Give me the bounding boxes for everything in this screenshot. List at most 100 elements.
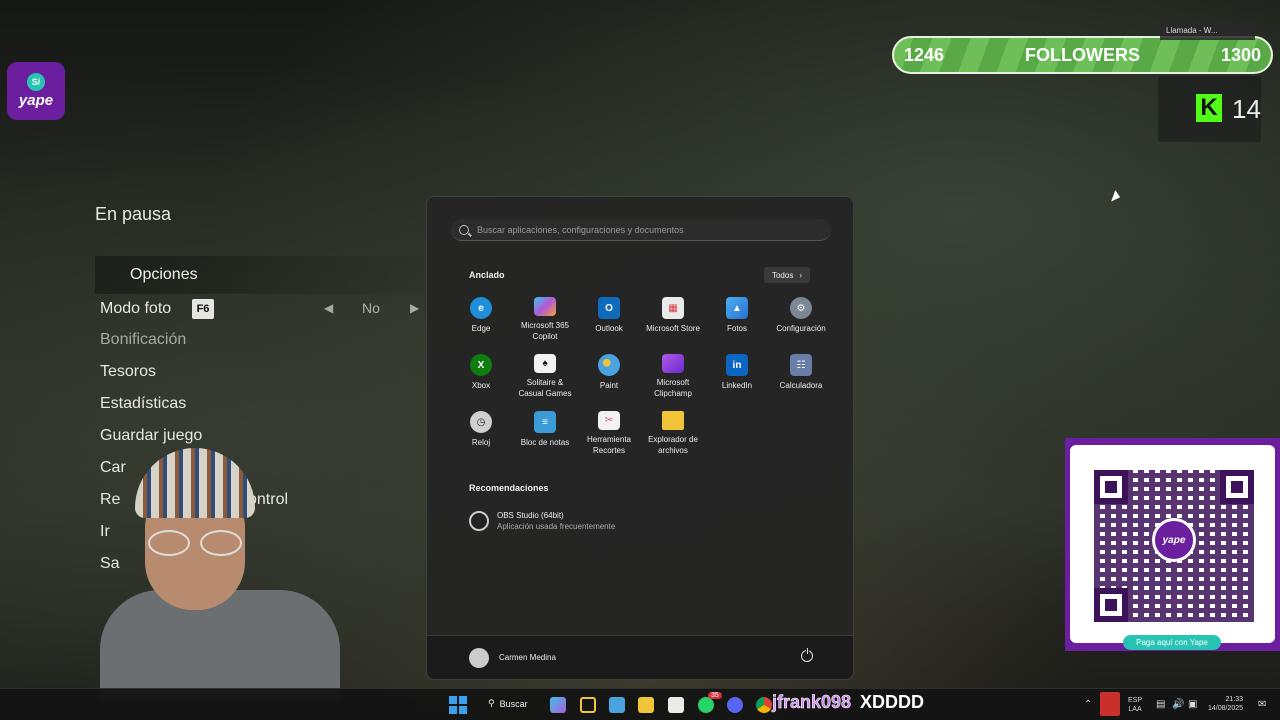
search-icon xyxy=(459,224,469,235)
notepad-icon: ≡ xyxy=(534,411,556,433)
start-search-input[interactable]: Buscar aplicaciones, configuraciones y d… xyxy=(451,219,831,241)
power-icon[interactable] xyxy=(801,647,813,662)
chat-overlay-username: jfrank098 xyxy=(772,692,852,713)
start-footer: Carmen Medina xyxy=(427,635,853,679)
pinned-app-configuracion[interactable]: ⚙ Configuración xyxy=(769,297,833,342)
pinned-app-recortes[interactable]: ✂ Herramienta Recortes xyxy=(577,411,641,456)
app-label: Herramienta Recortes xyxy=(586,435,631,455)
copilot-icon[interactable] xyxy=(550,697,566,713)
gear-icon: ⚙ xyxy=(790,297,812,319)
recommended-name: OBS Studio (64bit) xyxy=(497,511,564,520)
chevron-right-icon[interactable]: ▶ xyxy=(410,301,419,315)
pinned-app-solitaire[interactable]: ♠ Solitaire & Casual Games xyxy=(513,354,577,399)
qr-corner-tl xyxy=(1094,470,1128,504)
all-apps-button[interactable]: Todos › xyxy=(764,267,810,283)
taskbar: ⚲ Buscar 35 ⌃ ESP LAA ▤ 🔊 ▣ 21:33 14/08/… xyxy=(0,688,1280,720)
notification-icon[interactable]: ✉ xyxy=(1258,698,1266,711)
app-label: Microsoft 365 Copilot xyxy=(520,321,570,341)
network-icon[interactable]: ▤ xyxy=(1156,698,1165,711)
user-name[interactable]: Carmen Medina xyxy=(499,653,556,662)
calculator-icon: ☷ xyxy=(790,354,812,376)
followers-current: 1246 xyxy=(904,44,945,65)
whatsapp-badge: 35 xyxy=(708,692,722,699)
app-label: Outlook xyxy=(595,324,623,333)
clipchamp-icon xyxy=(662,354,684,374)
pinned-app-copilot[interactable]: Microsoft 365 Copilot xyxy=(513,297,577,342)
app-label: LinkedIn xyxy=(721,381,753,390)
qr-corner-bl xyxy=(1094,588,1128,622)
pinned-app-paint[interactable]: Paint xyxy=(577,354,641,399)
app-label: Edge xyxy=(471,324,491,333)
pinned-app-linkedin[interactable]: in LinkedIn xyxy=(705,354,769,399)
store-icon: ▦ xyxy=(662,297,684,319)
clock-time: 21:33 xyxy=(1225,696,1244,703)
volume-icon[interactable]: 🔊 xyxy=(1172,698,1184,711)
pause-item-tesoros[interactable]: Tesoros xyxy=(100,363,156,381)
desktop-icon[interactable] xyxy=(609,697,625,713)
pinned-app-calculadora[interactable]: ☷ Calculadora xyxy=(769,354,833,399)
app-label: Calculadora xyxy=(779,381,823,390)
kick-viewer-count: 14 xyxy=(1232,94,1261,124)
pinned-title: Anclado xyxy=(469,270,505,280)
taskbar-search-button[interactable]: ⚲ Buscar xyxy=(488,698,528,709)
recommended-item-obs[interactable]: OBS Studio (64bit) Aplicación usada frec… xyxy=(469,511,615,531)
app-label: Xbox xyxy=(471,381,491,390)
pinned-app-bloc-notas[interactable]: ≡ Bloc de notas xyxy=(513,411,577,456)
solitaire-icon: ♠ xyxy=(534,354,556,374)
pinned-app-fotos[interactable]: ▲ Fotos xyxy=(705,297,769,342)
pinned-app-outlook[interactable]: O Outlook xyxy=(577,297,641,342)
language-indicator[interactable]: ESP LAA xyxy=(1128,696,1142,714)
chevron-left-icon[interactable]: ◀ xyxy=(324,301,333,315)
webcam-feed xyxy=(80,440,350,700)
clock-icon: ◷ xyxy=(470,411,492,433)
chrome-icon[interactable] xyxy=(756,697,772,713)
call-window-label[interactable]: Llamada - W... xyxy=(1160,22,1255,40)
qr-panel: yape xyxy=(1065,438,1280,651)
taskbar-search-label: Buscar xyxy=(499,698,528,709)
store-icon[interactable] xyxy=(668,697,684,713)
webcam-glasses xyxy=(148,530,242,556)
obs-icon xyxy=(469,511,489,531)
app-icon[interactable] xyxy=(580,697,596,713)
avatar[interactable] xyxy=(469,648,489,668)
chat-overlay-message: XDDDD xyxy=(860,692,925,712)
webcam-body xyxy=(100,590,340,700)
app-label: Reloj xyxy=(471,438,491,447)
pinned-app-edge[interactable]: e Edge xyxy=(449,297,513,342)
chevron-right-icon: › xyxy=(799,270,803,280)
outlook-icon: O xyxy=(598,297,620,319)
pinned-app-xbox[interactable]: X Xbox xyxy=(449,354,513,399)
pinned-app-store[interactable]: ▦ Microsoft Store xyxy=(641,297,705,342)
microphone-icon[interactable] xyxy=(1100,692,1120,716)
qr-card: yape xyxy=(1070,445,1275,643)
clock[interactable]: 21:33 14/08/2025 xyxy=(1208,695,1243,713)
whatsapp-icon[interactable] xyxy=(698,697,714,713)
webcam-hat xyxy=(135,448,255,518)
app-label: Microsoft Clipchamp xyxy=(654,378,692,398)
followers-goal: 1300 xyxy=(1220,44,1261,65)
xbox-icon: X xyxy=(470,354,492,376)
folder-icon[interactable] xyxy=(638,697,654,713)
search-icon: ⚲ xyxy=(488,698,495,708)
qr-corner-tr xyxy=(1220,470,1254,504)
windows-start-icon[interactable] xyxy=(449,696,467,714)
yape-logo: S/ yape xyxy=(7,62,65,120)
battery-icon[interactable]: ▣ xyxy=(1188,698,1197,711)
pinned-app-explorador[interactable]: Explorador de archivos xyxy=(641,411,705,456)
pause-item-estadisticas[interactable]: Estadísticas xyxy=(100,395,186,413)
pause-item-bonificacion[interactable]: Bonificación xyxy=(100,331,186,349)
chevron-up-icon[interactable]: ⌃ xyxy=(1084,698,1092,711)
options-label[interactable]: Opciones xyxy=(130,266,198,284)
paint-icon xyxy=(598,354,620,376)
folder-icon xyxy=(662,411,684,431)
pinned-app-clipchamp[interactable]: Microsoft Clipchamp xyxy=(641,354,705,399)
pause-title: En pausa xyxy=(95,204,172,224)
pause-item-modo-foto[interactable]: Modo foto xyxy=(100,300,171,318)
pinned-apps-grid: e Edge Microsoft 365 Copilot O Outlook ▦ Mi… xyxy=(449,297,833,456)
pinned-app-reloj[interactable]: ◷ Reloj xyxy=(449,411,513,456)
discord-icon[interactable] xyxy=(727,697,743,713)
copilot-icon xyxy=(534,297,556,317)
snipping-icon: ✂ xyxy=(598,411,620,431)
app-label: Fotos xyxy=(726,324,747,333)
edge-icon: e xyxy=(470,297,492,319)
